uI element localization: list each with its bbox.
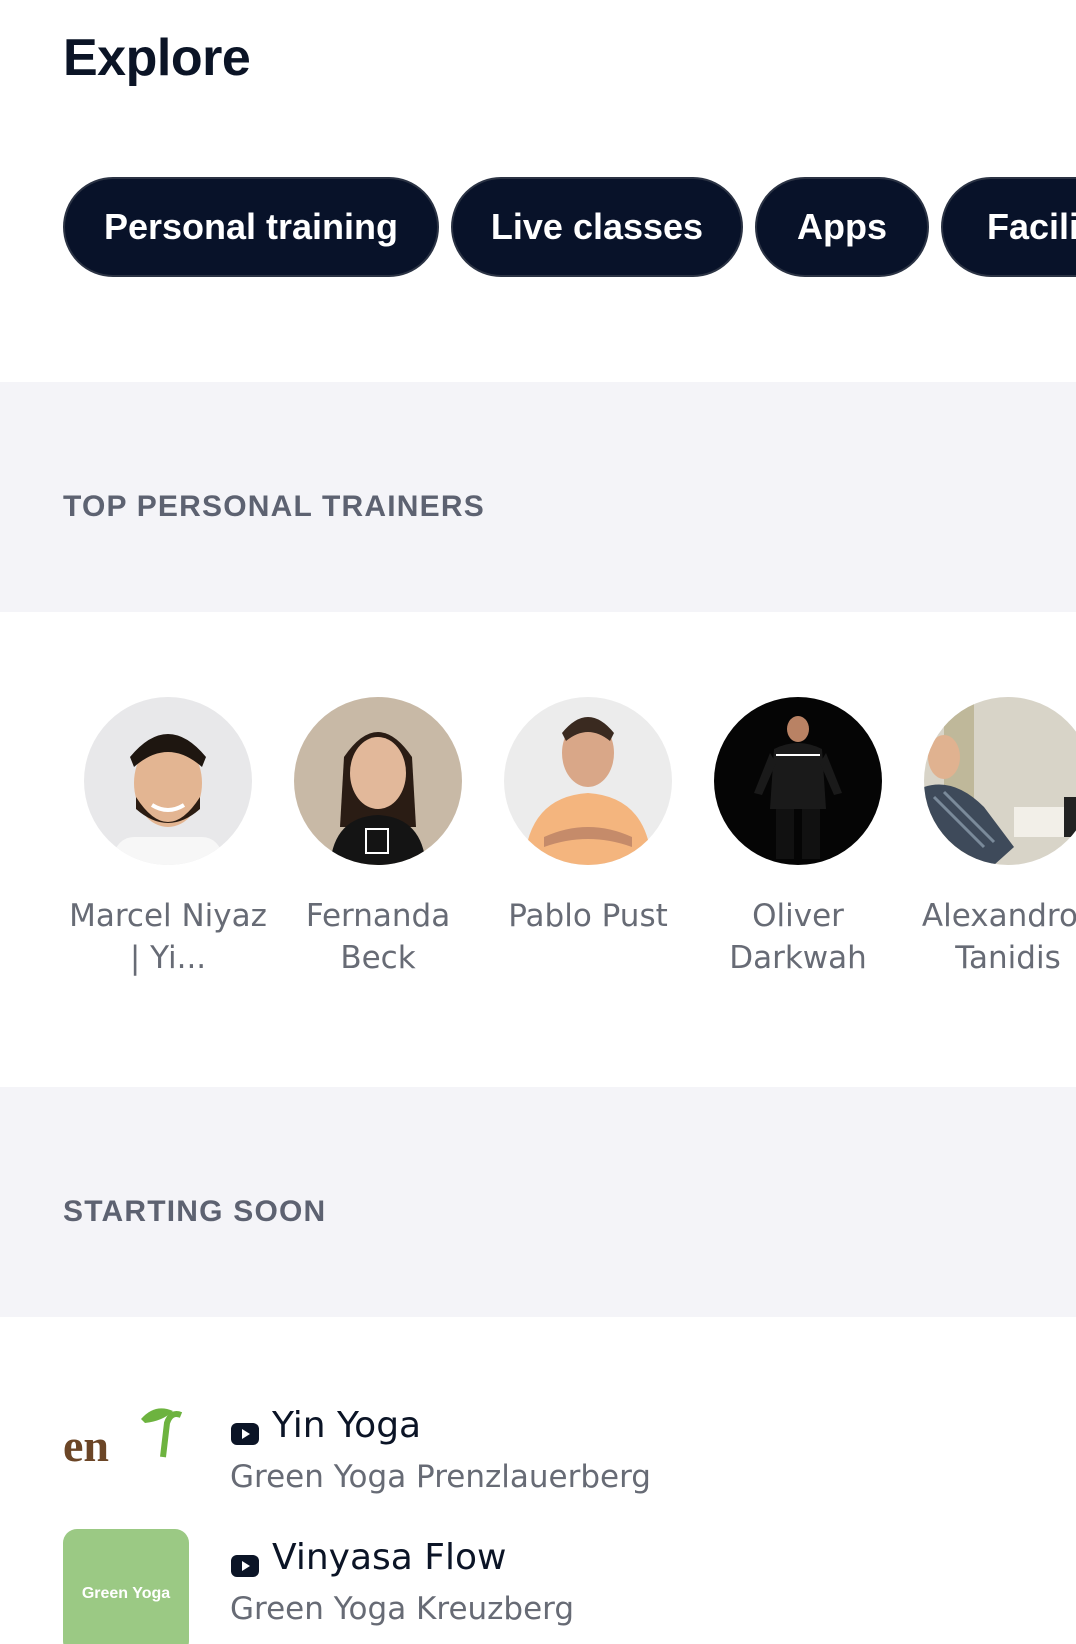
chip-apps[interactable]: Apps — [755, 177, 929, 277]
chip-personal-training[interactable]: Personal training — [63, 177, 439, 277]
studio-logo-text: en — [63, 1420, 109, 1471]
explore-page: Explore Personal training Live classes A… — [0, 0, 1076, 1644]
page-title: Explore — [63, 29, 251, 87]
chip-live-classes[interactable]: Live classes — [451, 177, 743, 277]
trainer-name: Fernanda Beck — [305, 898, 451, 976]
studio-logo: en — [63, 1397, 189, 1523]
trainers-section-header: TOP PERSONAL TRAINERS — [0, 382, 1076, 612]
section-title: TOP PERSONAL TRAINERS — [63, 490, 485, 523]
trainer-item[interactable]: Fernanda Beck — [273, 697, 483, 979]
section-title: STARTING SOON — [63, 1195, 327, 1228]
studio-logo: Green Yoga — [63, 1529, 189, 1644]
list-item[interactable]: Green Yoga Vinyasa Flow Green Yoga Kreuz… — [63, 1529, 963, 1644]
trainer-name: Oliver Darkwah — [729, 898, 867, 976]
trainer-name: Marcel Niyaz | Yi... — [69, 898, 267, 976]
trainer-item[interactable]: Marcel Niyaz | Yi... — [63, 697, 273, 979]
class-title: Vinyasa Flow — [272, 1537, 507, 1578]
trainer-item[interactable]: Oliver Darkwah — [693, 697, 903, 979]
starting-soon-section-header: STARTING SOON — [0, 1087, 1076, 1317]
studio-logo-text: Green Yoga — [82, 1585, 170, 1602]
studio-name: Green Yoga Prenzlauerberg — [230, 1459, 651, 1495]
category-chips: Personal training Live classes Apps Faci… — [63, 177, 1076, 277]
list-item[interactable]: en Yin Yoga Green Yoga Prenzlauerberg — [63, 1397, 963, 1529]
video-icon — [230, 1546, 260, 1577]
class-title: Yin Yoga — [272, 1405, 422, 1446]
video-icon — [230, 1414, 260, 1445]
trainer-item[interactable]: Pablo Pust — [483, 697, 693, 979]
avatar — [294, 697, 462, 865]
avatar — [504, 697, 672, 865]
trainer-name: Pablo Pust — [508, 898, 668, 934]
avatar — [924, 697, 1076, 865]
avatar — [84, 697, 252, 865]
trainer-item[interactable]: Alexandros Tanidis — [903, 697, 1076, 979]
chip-facilities[interactable]: Facilit — [941, 177, 1076, 277]
studio-name: Green Yoga Kreuzberg — [230, 1591, 575, 1627]
starting-soon-list: en Yin Yoga Green Yoga Prenzlauerberg Gr… — [63, 1397, 963, 1644]
trainer-list: Marcel Niyaz | Yi... Fernanda Beck Pablo… — [63, 697, 1076, 979]
avatar — [714, 697, 882, 865]
trainer-name: Alexandros Tanidis — [921, 898, 1076, 976]
